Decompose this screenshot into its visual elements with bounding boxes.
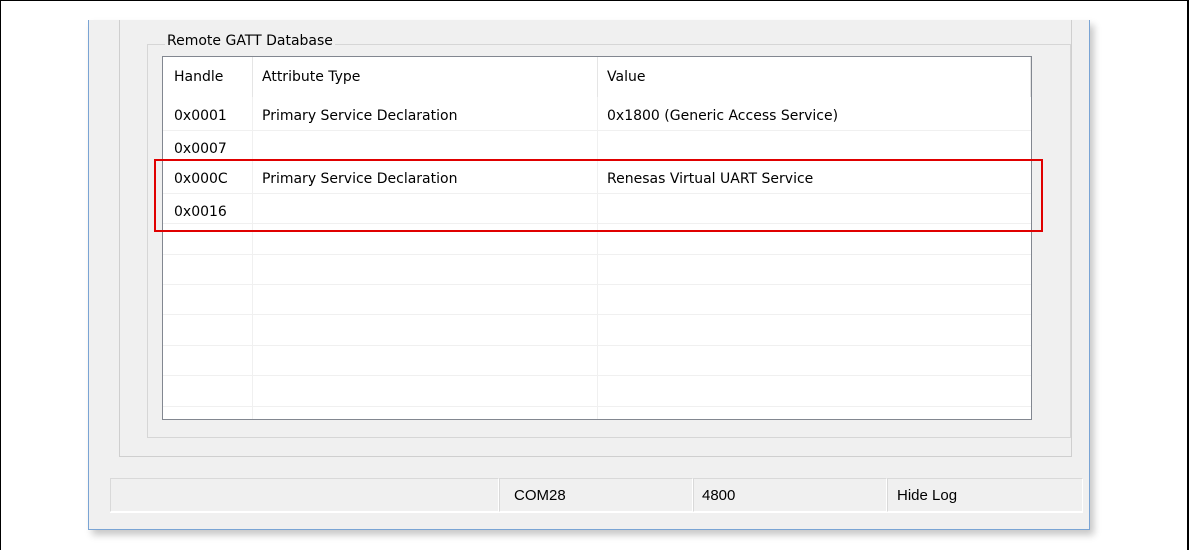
table-row[interactable]: 0x0001 Primary Service Declaration 0x180… bbox=[163, 101, 1031, 131]
group-title: Remote GATT Database bbox=[165, 33, 335, 49]
cell-handle bbox=[165, 225, 174, 255]
cell-handle bbox=[165, 377, 174, 407]
table-row[interactable] bbox=[163, 316, 1031, 346]
hide-log-label: Hide Log bbox=[897, 487, 958, 504]
gatt-list-view[interactable]: Handle Attribute Type Value 0x0001 Prima… bbox=[162, 56, 1032, 420]
status-pane-empty bbox=[110, 478, 499, 512]
cell-value: Renesas Virtual UART Service bbox=[607, 171, 814, 187]
cell-attribute-type bbox=[253, 194, 262, 224]
header-value[interactable]: Value bbox=[598, 57, 1030, 97]
cell-handle: 0x0001 bbox=[174, 108, 227, 124]
table-row[interactable]: 0x0016 bbox=[163, 194, 1031, 224]
cell-value bbox=[598, 131, 607, 161]
cell-value: 0x1800 (Generic Access Service) bbox=[607, 108, 839, 124]
cell-handle bbox=[165, 255, 174, 285]
cell-handle bbox=[165, 346, 174, 376]
status-pane-baud: 4800 bbox=[693, 478, 887, 512]
cell-handle: 0x0016 bbox=[174, 204, 227, 220]
header-handle[interactable]: Handle bbox=[165, 57, 252, 97]
cell-attribute-type: Primary Service Declaration bbox=[262, 108, 458, 124]
table-row[interactable] bbox=[163, 346, 1031, 376]
cell-handle bbox=[165, 316, 174, 346]
table-row[interactable] bbox=[163, 285, 1031, 315]
header-attribute-type[interactable]: Attribute Type bbox=[253, 57, 597, 97]
hide-log-button[interactable]: Hide Log bbox=[887, 478, 1083, 512]
header-separator[interactable] bbox=[1030, 57, 1031, 97]
port-label: COM28 bbox=[514, 487, 566, 504]
status-bar: COM28 4800 Hide Log bbox=[110, 478, 1083, 512]
cell-attribute-type: Primary Service Declaration bbox=[262, 171, 458, 187]
cell-handle: 0x0007 bbox=[174, 141, 227, 157]
table-row[interactable] bbox=[163, 255, 1031, 285]
cell-handle bbox=[165, 285, 174, 315]
cell-handle: 0x000C bbox=[174, 171, 228, 187]
baud-label: 4800 bbox=[702, 487, 736, 504]
cell-value bbox=[598, 194, 607, 224]
table-row[interactable] bbox=[163, 225, 1031, 255]
table-row[interactable] bbox=[163, 377, 1031, 407]
cell-attribute-type bbox=[253, 131, 262, 161]
table-row[interactable]: 0x000C Primary Service Declaration Renes… bbox=[163, 164, 1031, 194]
table-row[interactable]: 0x0007 bbox=[163, 131, 1031, 161]
status-bottom-line bbox=[110, 512, 1083, 513]
status-pane-port: COM28 bbox=[499, 478, 693, 512]
list-header: Handle Attribute Type Value bbox=[163, 57, 1031, 97]
